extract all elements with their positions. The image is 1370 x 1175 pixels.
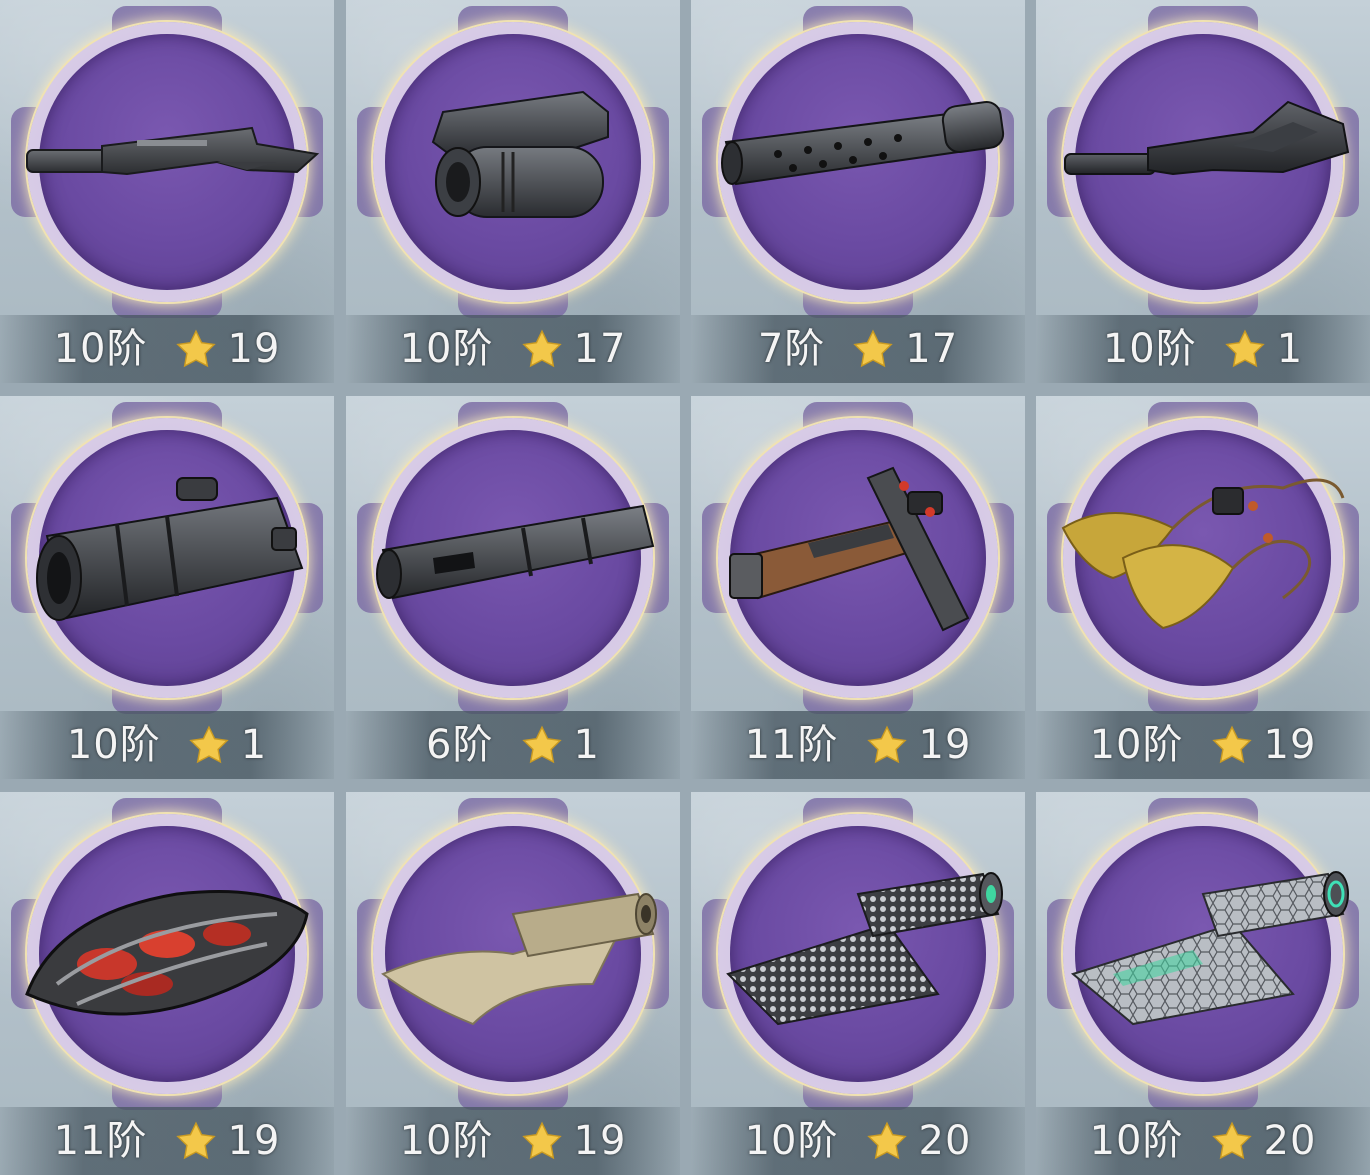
grade-label: 10阶 — [399, 326, 494, 372]
item-card[interactable]: 10阶 19 — [0, 0, 334, 383]
label-bar: 10阶 19 — [0, 315, 334, 383]
star-icon — [866, 1121, 907, 1160]
star-icon — [175, 329, 216, 368]
grade-label: 10阶 — [744, 1118, 839, 1164]
item-card[interactable]: 10阶 1 — [0, 396, 334, 779]
star-count: 1 — [240, 722, 268, 768]
grade-label: 11阶 — [744, 722, 839, 768]
item-frame — [11, 798, 323, 1110]
item-frame — [702, 402, 1014, 714]
item-frame — [357, 402, 669, 714]
item-frame — [702, 6, 1014, 318]
star-icon — [521, 1121, 562, 1160]
star-icon — [1225, 329, 1265, 368]
star-count: 19 — [227, 1118, 281, 1164]
grade-label: 6阶 — [426, 722, 494, 768]
item-card[interactable]: 10阶 20 — [691, 792, 1025, 1175]
star-count: 1 — [1276, 326, 1304, 372]
item-card[interactable]: 10阶 20 — [1036, 792, 1370, 1175]
label-bar: 10阶 19 — [1036, 711, 1370, 779]
star-icon — [1211, 725, 1252, 764]
label-bar: 10阶 20 — [691, 1107, 1025, 1175]
star-count: 20 — [918, 1118, 972, 1164]
laser-sight-icon — [431, 90, 609, 218]
chain-mesh-roll-icon — [726, 872, 1003, 1026]
armor-plate-icon — [25, 890, 309, 1016]
star-icon — [175, 1121, 216, 1160]
item-frame — [1047, 798, 1359, 1110]
item-card[interactable]: 10阶 19 — [1036, 396, 1370, 779]
grade-label: 10阶 — [1102, 326, 1197, 372]
label-bar: 10阶 1 — [1036, 315, 1370, 383]
label-bar: 10阶 17 — [346, 315, 680, 383]
star-count: 20 — [1263, 1118, 1317, 1164]
label-bar: 10阶 20 — [1036, 1107, 1370, 1175]
hex-fabric-roll-icon — [1070, 871, 1349, 1026]
item-card[interactable]: 10阶 19 — [346, 792, 680, 1175]
star-count: 17 — [905, 326, 959, 372]
item-frame — [702, 798, 1014, 1110]
grip-icon — [729, 466, 970, 632]
grade-label: 10阶 — [1089, 1118, 1184, 1164]
item-card[interactable]: 11阶 19 — [691, 396, 1025, 779]
star-icon — [866, 725, 907, 764]
star-count: 19 — [227, 326, 281, 372]
item-frame — [1047, 402, 1359, 714]
label-bar: 11阶 19 — [691, 711, 1025, 779]
item-card[interactable]: 10阶 17 — [346, 0, 680, 383]
tactical-stock-icon — [1064, 100, 1350, 176]
star-count: 19 — [573, 1118, 627, 1164]
item-card[interactable]: 11阶 19 — [0, 792, 334, 1175]
item-grid: 10阶 19 10阶 17 7阶 17 10阶 1 10阶 1 6阶 1 11阶… — [0, 0, 1370, 1175]
scope-icon — [36, 477, 304, 621]
silencer-icon — [721, 100, 1005, 186]
item-frame — [11, 6, 323, 318]
item-frame — [1047, 6, 1359, 318]
rifle-stock-icon — [26, 126, 320, 176]
grade-label: 10阶 — [53, 326, 148, 372]
label-bar: 10阶 19 — [346, 1107, 680, 1175]
item-card[interactable]: 7阶 17 — [691, 0, 1025, 383]
item-frame — [357, 798, 669, 1110]
star-icon — [1211, 1121, 1252, 1160]
cloth-roll-icon — [381, 892, 657, 1026]
star-icon — [521, 725, 562, 764]
label-bar: 6阶 1 — [346, 711, 680, 779]
tassel-icon — [1061, 478, 1345, 630]
grade-label: 10阶 — [66, 722, 161, 768]
label-bar: 10阶 1 — [0, 711, 334, 779]
star-icon — [853, 329, 893, 368]
star-count: 17 — [573, 326, 627, 372]
star-count: 19 — [1263, 722, 1317, 768]
item-card[interactable]: 6阶 1 — [346, 396, 680, 779]
star-count: 1 — [573, 722, 600, 768]
label-bar: 11阶 19 — [0, 1107, 334, 1175]
item-frame — [357, 6, 669, 318]
star-count: 19 — [918, 722, 972, 768]
grade-label: 7阶 — [757, 326, 826, 372]
star-icon — [189, 725, 229, 764]
item-card[interactable]: 10阶 1 — [1036, 0, 1370, 383]
grade-label: 11阶 — [53, 1118, 148, 1164]
muzzle-brake-icon — [376, 504, 655, 600]
label-bar: 7阶 17 — [691, 315, 1025, 383]
item-frame — [11, 402, 323, 714]
grade-label: 10阶 — [1089, 722, 1184, 768]
grade-label: 10阶 — [399, 1118, 494, 1164]
star-icon — [521, 329, 562, 368]
